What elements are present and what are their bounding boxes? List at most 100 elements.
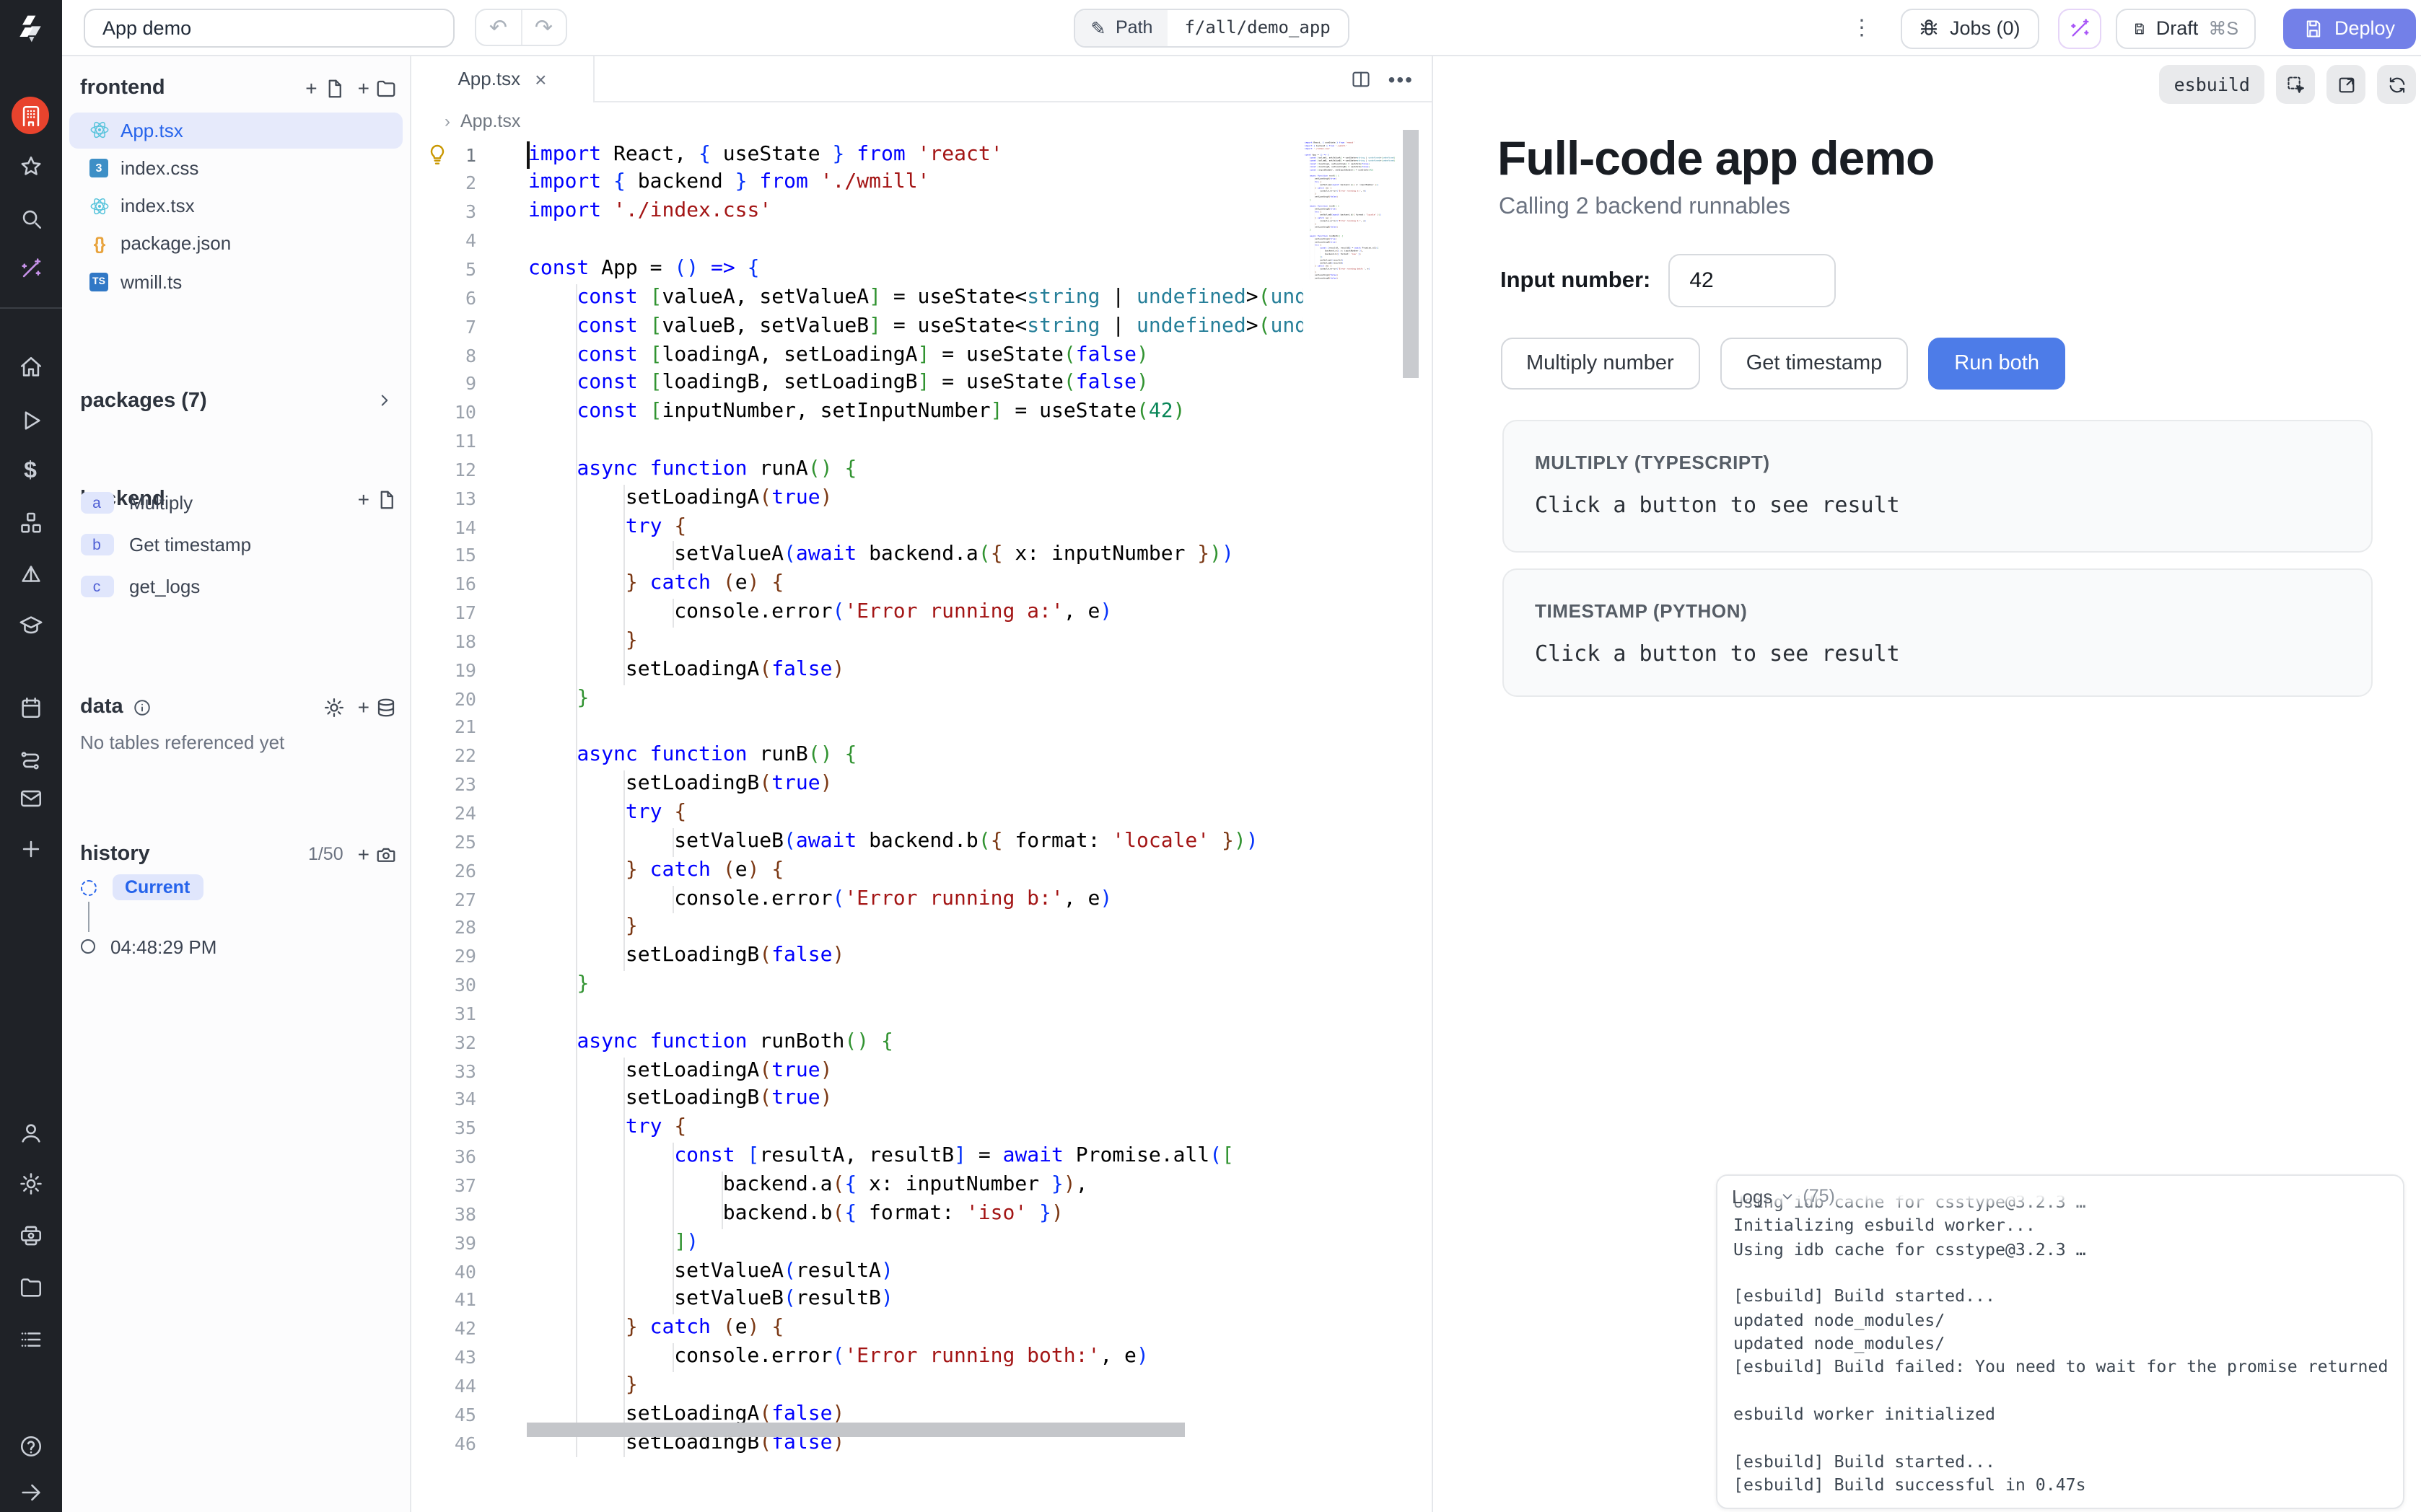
code-line[interactable]: backend.a({ x: inputNumber }), [528, 1172, 1303, 1200]
code-line[interactable]: setLoadingB(true) [1305, 207, 1401, 210]
code-line[interactable]: setValueA(await backend.a({ x: inputNumb… [528, 542, 1303, 571]
code-line[interactable]: console.error('Error running b:', e) [1305, 219, 1401, 222]
rail-item-folders[interactable] [12, 1269, 49, 1306]
file-item-index.css[interactable]: 3index.css [69, 150, 403, 185]
code-line[interactable]: setLoadingB(false) [528, 942, 1303, 971]
runnable-item-Multiply[interactable]: aMultiply [80, 488, 403, 518]
undo-button[interactable]: ↶ [476, 10, 522, 45]
rail-item-flows[interactable] [12, 741, 49, 778]
rail-item-messages[interactable] [12, 779, 49, 817]
code-line[interactable]: } [1305, 198, 1401, 201]
file-item-wmill.ts[interactable]: TSwmill.ts [69, 264, 403, 299]
code-line[interactable]: import React, { useState } from 'react' [1305, 141, 1401, 144]
code-line[interactable]: console.error('Error running a:', e) [528, 599, 1303, 628]
rail-item-resources[interactable] [12, 504, 49, 541]
code-line[interactable]: backend.b({ format: 'iso' }) [528, 1200, 1303, 1229]
rail-item-runs[interactable] [12, 401, 49, 439]
code-line[interactable] [1305, 171, 1401, 174]
code-line[interactable]: setLoadingA(false) [528, 656, 1303, 685]
code-line[interactable]: setLoadingB(false) [1305, 225, 1401, 228]
code-line[interactable]: const [inputNumber, setInputNumber] = us… [528, 398, 1303, 427]
code-line[interactable]: setLoadingA(true) [1305, 177, 1401, 180]
code-line[interactable] [1305, 231, 1401, 234]
code-line[interactable]: } [528, 914, 1303, 943]
vertical-scrollbar[interactable] [1403, 129, 1419, 377]
code-line[interactable]: } [1305, 228, 1401, 231]
code-line[interactable]: setLoadingB(true) [528, 770, 1303, 799]
file-item-App.tsx[interactable]: App.tsx [69, 113, 403, 148]
code-line[interactable]: const [loadingA, setLoadingA] = useState… [528, 341, 1303, 370]
code-line[interactable]: try { [528, 799, 1303, 828]
redo-button[interactable]: ↷ [522, 10, 566, 45]
snapshot-camera-icon[interactable] [375, 843, 397, 865]
code-line[interactable]: const [valueA, setValueA] = useState<str… [1305, 156, 1401, 159]
packages-row[interactable]: packages (7) [80, 385, 394, 416]
code-line[interactable]: const App = () => { [1305, 153, 1401, 156]
code-line[interactable] [528, 713, 1303, 742]
code-line[interactable]: setValueB(await backend.b({ format: 'loc… [528, 828, 1303, 857]
app-name-input[interactable] [84, 8, 455, 47]
code-line[interactable]: setLoadingB(true) [1305, 240, 1401, 243]
code-line[interactable]: setLoadingA(true) [528, 1057, 1303, 1086]
code-line[interactable]: import './index.css' [528, 198, 1303, 227]
code-line[interactable]: try { [1305, 243, 1401, 246]
code-line[interactable]: } [528, 1372, 1303, 1401]
rail-item-variables[interactable]: $ [12, 452, 49, 490]
data-settings-gear-icon[interactable] [323, 696, 345, 718]
button-multiply-number[interactable]: Multiply number [1500, 338, 1700, 390]
rail-item-create[interactable] [12, 830, 49, 867]
code-line[interactable]: const [valueA, setValueA] = useState<str… [528, 284, 1303, 313]
deploy-button[interactable]: Deploy [2283, 8, 2416, 48]
new-file-icon[interactable] [323, 77, 345, 99]
code-line[interactable]: } [1305, 270, 1401, 273]
code-line[interactable]: import React, { useState } from 'react' [528, 141, 1303, 170]
code-line[interactable]: setValueB(resultB) [1305, 261, 1401, 264]
kebab-menu-icon[interactable]: ⋮ [1849, 12, 1875, 43]
rail-item-home[interactable] [12, 348, 49, 385]
code-line[interactable]: setValueB(await backend.b({ format: 'loc… [1305, 213, 1401, 216]
code-line[interactable]: setValueA(resultA) [528, 1257, 1303, 1286]
code-line[interactable]: try { [1305, 180, 1401, 183]
refresh-preview-button[interactable] [2377, 65, 2416, 104]
rail-item-search[interactable] [12, 199, 49, 237]
draft-button[interactable]: Draft ⌘S [2116, 8, 2256, 48]
code-line[interactable]: } catch (e) { [528, 856, 1303, 885]
file-item-package.json[interactable]: {}package.json [69, 226, 403, 261]
code-line[interactable]: backend.b({ format: 'iso' }) [1305, 252, 1401, 255]
code-line[interactable]: } catch (e) { [1305, 186, 1401, 189]
rail-item-workspace[interactable] [12, 97, 49, 134]
tab-app-tsx[interactable]: App.tsx × [411, 56, 595, 102]
code-line[interactable]: async function runA() { [1305, 174, 1401, 177]
file-item-index.tsx[interactable]: index.tsx [69, 188, 403, 224]
code-line[interactable]: setValueA(resultA) [1305, 258, 1401, 261]
rail-item-audit-logs[interactable] [12, 1320, 49, 1358]
code-line[interactable]: async function runB() { [1305, 204, 1401, 207]
button-get-timestamp[interactable]: Get timestamp [1720, 338, 1909, 390]
code-line[interactable]: } catch (e) { [528, 1314, 1303, 1343]
code-line[interactable]: const [loadingB, setLoadingB] = useState… [528, 370, 1303, 399]
code-line[interactable]: setLoadingB(false) [1305, 276, 1401, 279]
code-line[interactable]: async function runB() { [528, 742, 1303, 771]
code-line[interactable]: console.error('Error running b:', e) [528, 885, 1303, 914]
code-line[interactable]: const [inputNumber, setInputNumber] = us… [1305, 168, 1401, 171]
add-database-icon[interactable] [375, 696, 397, 718]
breadcrumb-file[interactable]: App.tsx [460, 111, 520, 131]
rail-item-favorites[interactable] [12, 147, 49, 185]
code-line[interactable]: try { [1305, 210, 1401, 213]
code-line[interactable]: const [resultA, resultB] = await Promise… [1305, 246, 1401, 249]
rail-item-settings[interactable] [12, 1165, 49, 1203]
code-line[interactable]: setLoadingA(true) [1305, 237, 1401, 240]
windmill-logo[interactable] [0, 0, 61, 56]
code-line[interactable] [1305, 150, 1401, 153]
code-line[interactable]: } [528, 685, 1303, 713]
rail-item-tutorials[interactable] [12, 606, 49, 643]
code-line[interactable]: import { backend } from './wmill' [528, 170, 1303, 198]
code-line[interactable]: console.error('Error running both:', e) [528, 1343, 1303, 1372]
rail-item-collapse[interactable] [12, 1473, 49, 1511]
version-timestamp[interactable]: 04:48:29 PM [110, 936, 216, 957]
code-line[interactable]: setLoadingA(false) [1305, 195, 1401, 198]
code-line[interactable]: setLoadingA(true) [528, 484, 1303, 513]
logs-panel[interactable]: Logs (75) Using idb cache for csstype@3.… [1716, 1174, 2404, 1508]
button-run-both[interactable]: Run both [1928, 338, 2065, 390]
jobs-button[interactable]: Jobs (0) [1901, 8, 2039, 48]
